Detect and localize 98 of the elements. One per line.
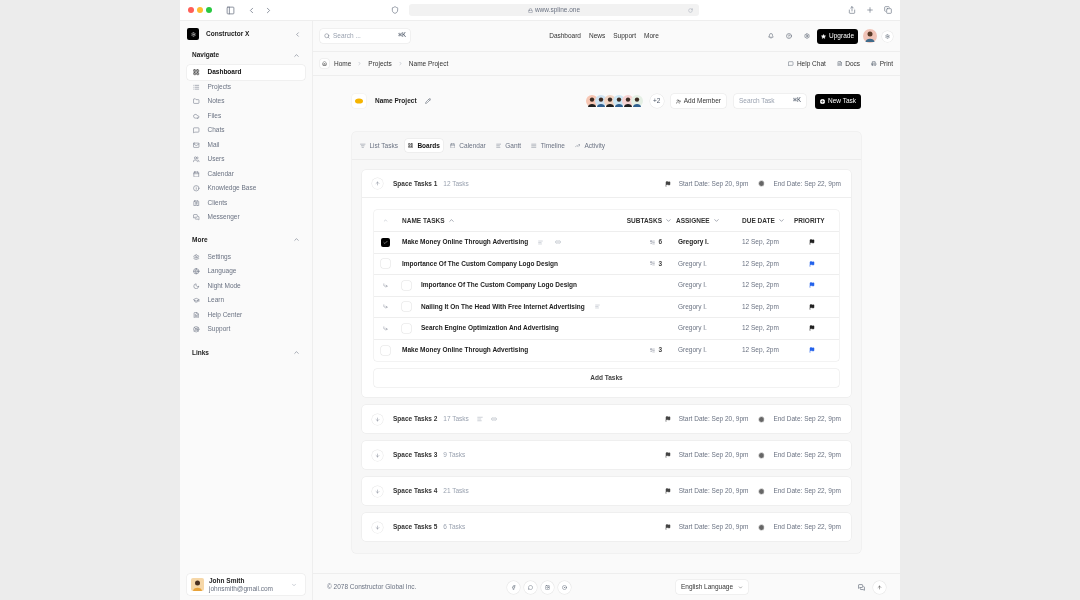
- flag-icon: [664, 180, 671, 187]
- chat-icon: [193, 127, 200, 134]
- search-icon: [324, 33, 330, 39]
- forward-icon[interactable]: [264, 5, 273, 15]
- messages-icon: [193, 214, 200, 221]
- collapse-icon[interactable]: [382, 218, 388, 223]
- notes-icon[interactable]: [538, 239, 544, 245]
- collapse-icon[interactable]: [293, 236, 300, 243]
- avatar: [630, 95, 643, 107]
- arrow-up-icon: [877, 584, 882, 590]
- instagram-icon: [545, 584, 550, 590]
- clock-icon: [758, 180, 766, 187]
- list-icon: [193, 83, 200, 90]
- scroll-top-button[interactable]: [873, 580, 886, 594]
- arrow-down-icon: [375, 452, 380, 458]
- list-icon: [360, 142, 366, 149]
- bell-icon[interactable]: [768, 33, 775, 39]
- share-icon[interactable]: [848, 6, 856, 14]
- lock-icon: [527, 7, 533, 13]
- clock-icon: [758, 523, 766, 531]
- lines-icon: [531, 142, 537, 149]
- folder-icon: [193, 98, 200, 105]
- check-icon: [382, 239, 388, 245]
- settings-button[interactable]: [882, 30, 893, 42]
- arrow-up-icon: [375, 181, 380, 186]
- add-user-icon: [675, 98, 681, 104]
- flag-icon: [664, 416, 671, 423]
- collapse-button[interactable]: [372, 178, 383, 189]
- document-icon: [193, 311, 200, 318]
- clock-icon: [758, 451, 766, 459]
- arrow-down-icon: [375, 488, 380, 494]
- arrow-down-icon: [375, 416, 380, 422]
- link-icon[interactable]: [490, 416, 497, 423]
- mail-icon: [193, 141, 200, 148]
- social-button[interactable]: [541, 580, 554, 594]
- info-icon: [193, 185, 200, 192]
- facebook-icon: [511, 584, 516, 590]
- home-button[interactable]: [320, 59, 329, 68]
- settings-icon: [193, 253, 200, 260]
- chevron-down-icon: [738, 584, 744, 590]
- sort-down-icon[interactable]: [712, 217, 720, 224]
- settings-icon[interactable]: [804, 33, 811, 39]
- back-icon[interactable]: [247, 5, 256, 15]
- social-button[interactable]: [507, 580, 520, 594]
- notes-icon[interactable]: [476, 416, 483, 423]
- profile-avatar[interactable]: [863, 29, 877, 43]
- edit-icon[interactable]: [424, 98, 431, 104]
- reload-icon[interactable]: [688, 7, 693, 13]
- moon-icon: [193, 282, 200, 289]
- grid-icon: [193, 69, 200, 76]
- social-button[interactable]: [558, 580, 571, 594]
- checkbox[interactable]: [380, 237, 390, 247]
- subtasks-icon: [650, 261, 656, 267]
- chevron-down-icon: [291, 581, 297, 588]
- chevron-right-icon: [397, 61, 403, 66]
- new-tab-icon[interactable]: [866, 6, 874, 14]
- printer-icon: [871, 60, 877, 67]
- chevron-right-icon: [357, 61, 363, 66]
- users-icon: [193, 156, 200, 163]
- flag-icon: [664, 488, 671, 495]
- collapse-sidebar-icon[interactable]: [294, 30, 301, 38]
- home-icon: [322, 61, 327, 66]
- grid-icon: [407, 142, 414, 149]
- subtasks-icon: [650, 239, 656, 245]
- clock-icon: [758, 415, 766, 423]
- notes-icon[interactable]: [594, 304, 600, 310]
- sidebar-toggle-icon[interactable]: [226, 5, 235, 15]
- plus-icon: [819, 98, 825, 104]
- collapse-icon[interactable]: [293, 51, 300, 59]
- lifebuoy-icon: [193, 326, 200, 333]
- flag-icon: [664, 452, 671, 459]
- arrow-down-icon: [375, 524, 380, 530]
- graduation-cap-icon: [193, 297, 200, 304]
- calendar-icon: [449, 142, 456, 149]
- chat-icon: [788, 60, 794, 67]
- sort-down-icon[interactable]: [777, 217, 785, 224]
- contact-card-icon: [193, 199, 200, 206]
- star-icon: [821, 33, 827, 39]
- user-avatar: [191, 578, 204, 591]
- collapse-icon[interactable]: [293, 349, 300, 356]
- bars-icon: [495, 142, 502, 149]
- sort-down-icon[interactable]: [665, 217, 672, 224]
- chat-icon[interactable]: [858, 583, 865, 591]
- trend-icon: [574, 142, 581, 149]
- sort-up-icon[interactable]: [447, 217, 455, 224]
- cloud-icon: [193, 112, 200, 119]
- social-button[interactable]: [524, 580, 537, 594]
- calendar-icon: [193, 170, 200, 177]
- flag-icon: [664, 524, 671, 531]
- link-icon[interactable]: [555, 239, 562, 246]
- settings-icon: [885, 33, 890, 39]
- subtasks-icon: [650, 347, 656, 353]
- help-icon[interactable]: [786, 33, 793, 39]
- clock-icon: [758, 487, 766, 495]
- document-icon: [836, 60, 843, 67]
- shield-icon[interactable]: [391, 6, 399, 14]
- globe-icon: [193, 268, 200, 275]
- tabs-icon[interactable]: [884, 6, 892, 14]
